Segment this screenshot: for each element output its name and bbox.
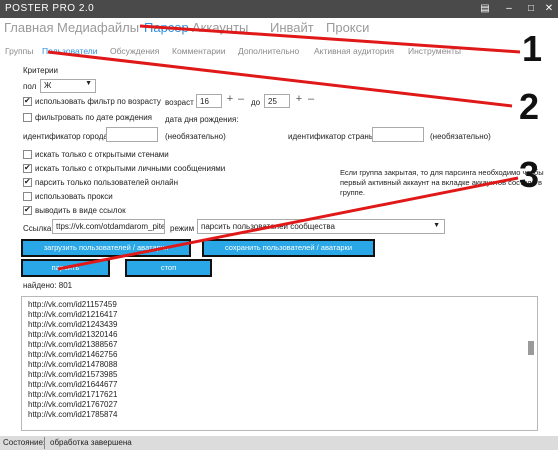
annotation-arrow-2: [47, 50, 513, 108]
annotation-overlay: [47, 24, 521, 271]
annotation-arrow-3: [57, 176, 519, 271]
annotation-number-3: 3: [519, 154, 540, 195]
annotation-arrow-1: [139, 24, 521, 54]
annotation-number-1: 1: [522, 28, 543, 69]
annotation-number-2: 2: [519, 86, 540, 127]
